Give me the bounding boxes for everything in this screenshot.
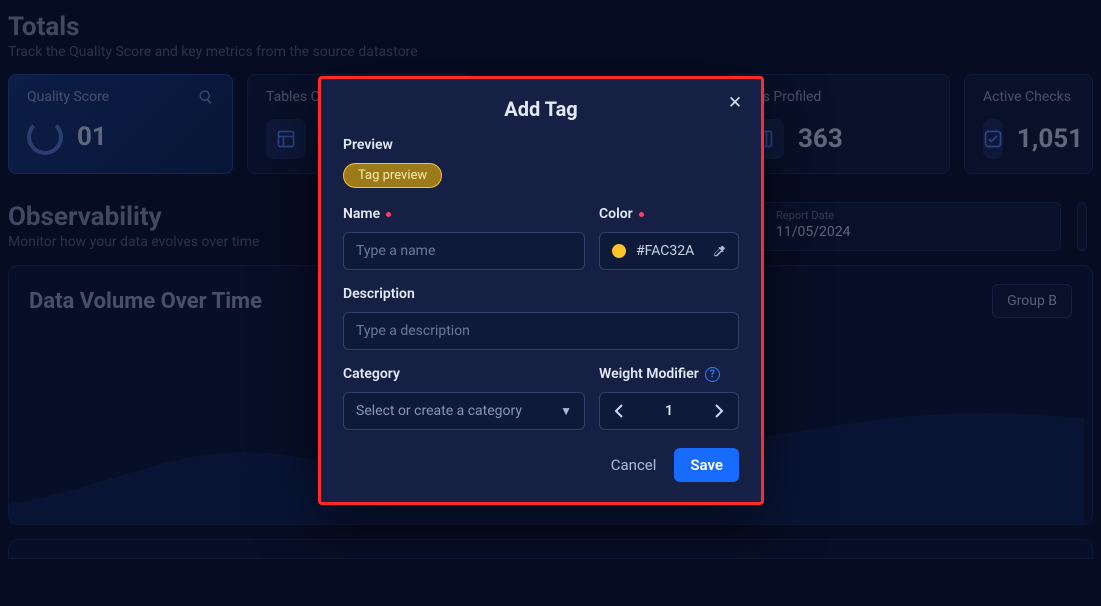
save-button[interactable]: Save	[674, 448, 739, 482]
stepper-decrement[interactable]	[600, 393, 638, 429]
add-tag-modal: ✕ Add Tag Preview Tag preview Name Color…	[318, 76, 764, 505]
modal-title: Add Tag	[343, 97, 739, 121]
stepper-increment[interactable]	[700, 393, 738, 429]
category-select[interactable]: Select or create a category ▼	[343, 392, 585, 430]
name-input[interactable]	[343, 232, 585, 270]
weight-value: 1	[638, 403, 700, 419]
color-label-text: Color	[599, 206, 633, 222]
cancel-button[interactable]: Cancel	[611, 456, 657, 474]
close-icon[interactable]: ✕	[723, 91, 747, 115]
weight-stepper: 1	[599, 392, 739, 430]
required-dot-icon	[386, 212, 391, 217]
chevron-down-icon: ▼	[560, 404, 572, 418]
chevron-left-icon	[614, 404, 624, 418]
preview-label: Preview	[343, 137, 739, 153]
name-label: Name	[343, 206, 585, 222]
weight-label-text: Weight Modifier	[599, 366, 699, 382]
color-label: Color	[599, 206, 739, 222]
color-picker[interactable]: #FAC32A	[599, 232, 739, 270]
category-label: Category	[343, 366, 585, 382]
color-value: #FAC32A	[636, 243, 694, 259]
help-icon[interactable]: ?	[705, 367, 720, 382]
required-dot-icon	[639, 212, 644, 217]
color-swatch-icon	[612, 244, 626, 258]
chevron-right-icon	[714, 404, 724, 418]
description-input[interactable]	[343, 312, 739, 350]
name-label-text: Name	[343, 206, 380, 222]
category-placeholder: Select or create a category	[356, 403, 522, 419]
eyedropper-icon[interactable]	[712, 244, 726, 258]
weight-label: Weight Modifier ?	[599, 366, 739, 382]
tag-preview-pill: Tag preview	[343, 163, 442, 188]
description-label: Description	[343, 286, 739, 302]
